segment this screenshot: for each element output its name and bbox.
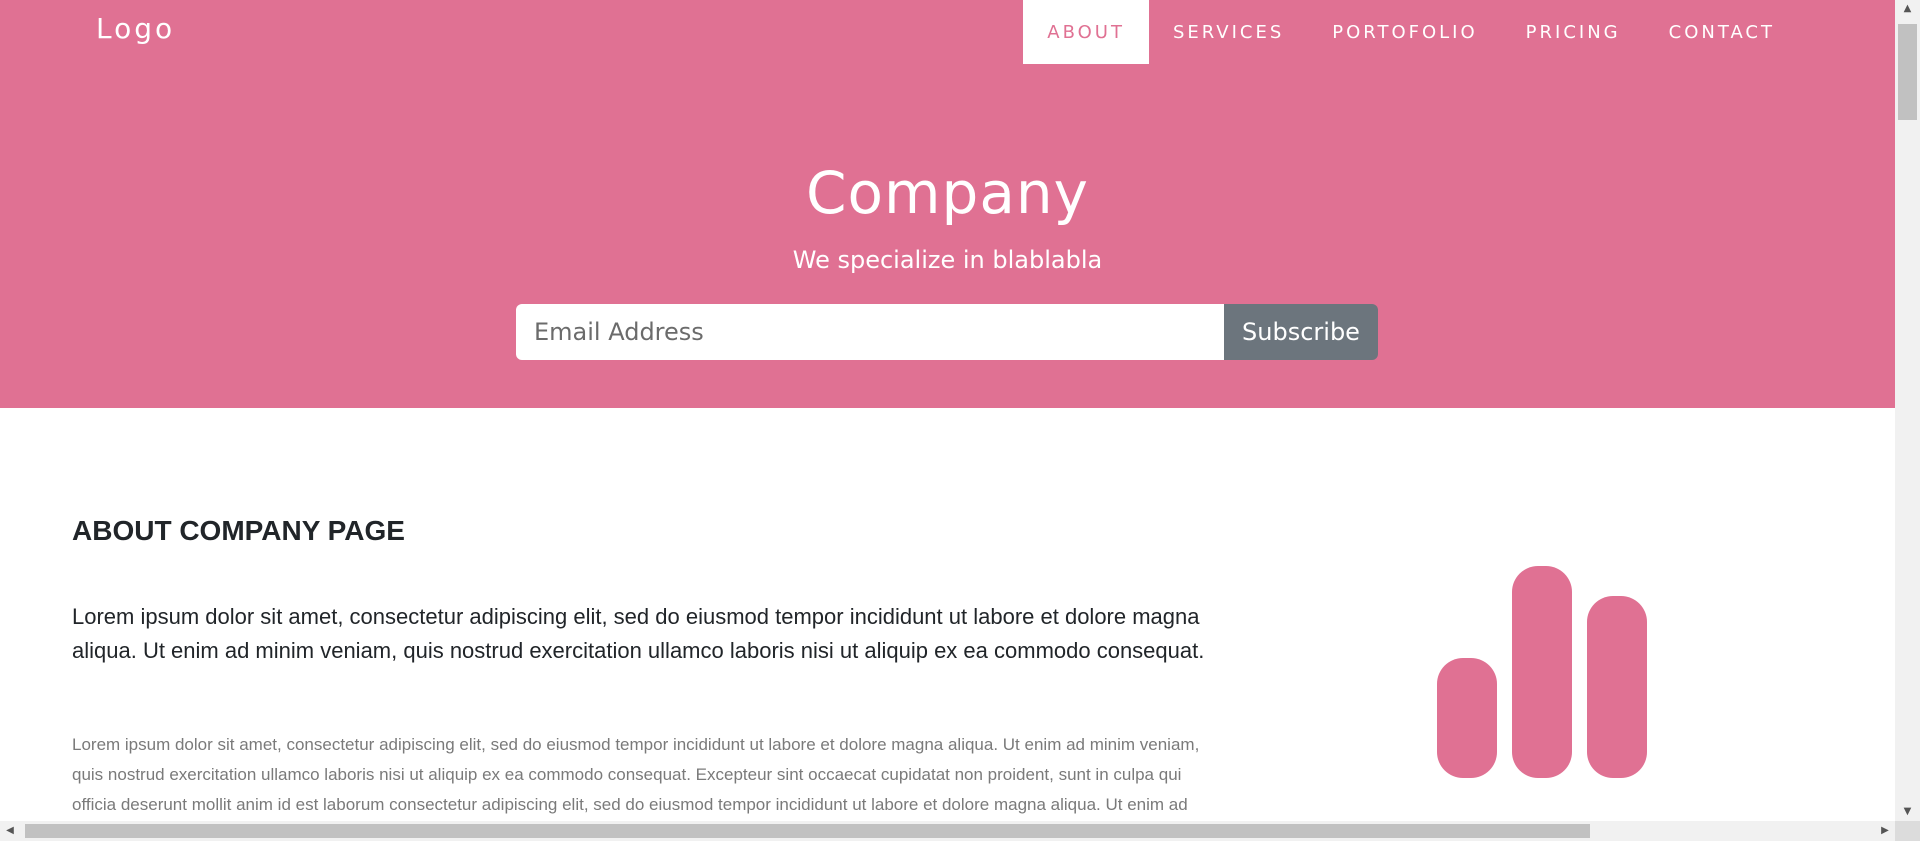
signal-bars-icon bbox=[1437, 566, 1649, 778]
navbar: Logo ABOUT SERVICES PORTOFOLIO PRICING C… bbox=[0, 0, 1895, 64]
hero-title: Company bbox=[806, 159, 1089, 227]
scrollbar-corner bbox=[1895, 821, 1920, 841]
subscribe-form: Subscribe bbox=[516, 304, 1378, 360]
scroll-right-arrow-icon[interactable]: ▶ bbox=[1875, 821, 1895, 841]
horizontal-scrollbar[interactable]: ◀ ▶ bbox=[0, 821, 1895, 841]
email-input[interactable] bbox=[516, 304, 1224, 360]
about-lead-text: Lorem ipsum dolor sit amet, consectetur … bbox=[72, 604, 1205, 663]
nav-item-services[interactable]: SERVICES bbox=[1149, 0, 1308, 64]
page: Logo ABOUT SERVICES PORTOFOLIO PRICING C… bbox=[0, 0, 1895, 821]
subscribe-button[interactable]: Subscribe bbox=[1224, 304, 1378, 360]
scroll-down-arrow-icon[interactable]: ▼ bbox=[1895, 803, 1920, 821]
scroll-up-arrow-icon[interactable]: ▲ bbox=[1895, 0, 1920, 18]
vertical-scroll-thumb[interactable] bbox=[1898, 24, 1917, 120]
about-body-text: Lorem ipsum dolor sit amet, consectetur … bbox=[72, 735, 1200, 814]
scroll-left-arrow-icon[interactable]: ◀ bbox=[0, 821, 20, 841]
hero-subtitle: We specialize in blablabla bbox=[792, 246, 1103, 274]
about-section: ABOUT COMPANY PAGE Lorem ipsum dolor sit… bbox=[0, 408, 1895, 821]
signal-bar-short bbox=[1437, 658, 1497, 778]
vertical-scrollbar[interactable]: ▲ ▼ bbox=[1895, 0, 1920, 821]
signal-bar-medium bbox=[1587, 596, 1647, 778]
signal-bar-tall bbox=[1512, 566, 1572, 778]
horizontal-scroll-thumb[interactable] bbox=[25, 824, 1590, 838]
about-title: ABOUT COMPANY PAGE bbox=[72, 515, 405, 546]
nav-item-contact[interactable]: CONTACT bbox=[1645, 0, 1799, 64]
hero-section: Company We specialize in blablabla Subsc… bbox=[0, 64, 1895, 408]
nav-item-portofolio[interactable]: PORTOFOLIO bbox=[1308, 0, 1501, 64]
nav-item-pricing[interactable]: PRICING bbox=[1502, 0, 1645, 64]
nav-item-about[interactable]: ABOUT bbox=[1023, 0, 1149, 64]
logo[interactable]: Logo bbox=[96, 12, 175, 45]
nav-menu: ABOUT SERVICES PORTOFOLIO PRICING CONTAC… bbox=[1023, 0, 1799, 64]
